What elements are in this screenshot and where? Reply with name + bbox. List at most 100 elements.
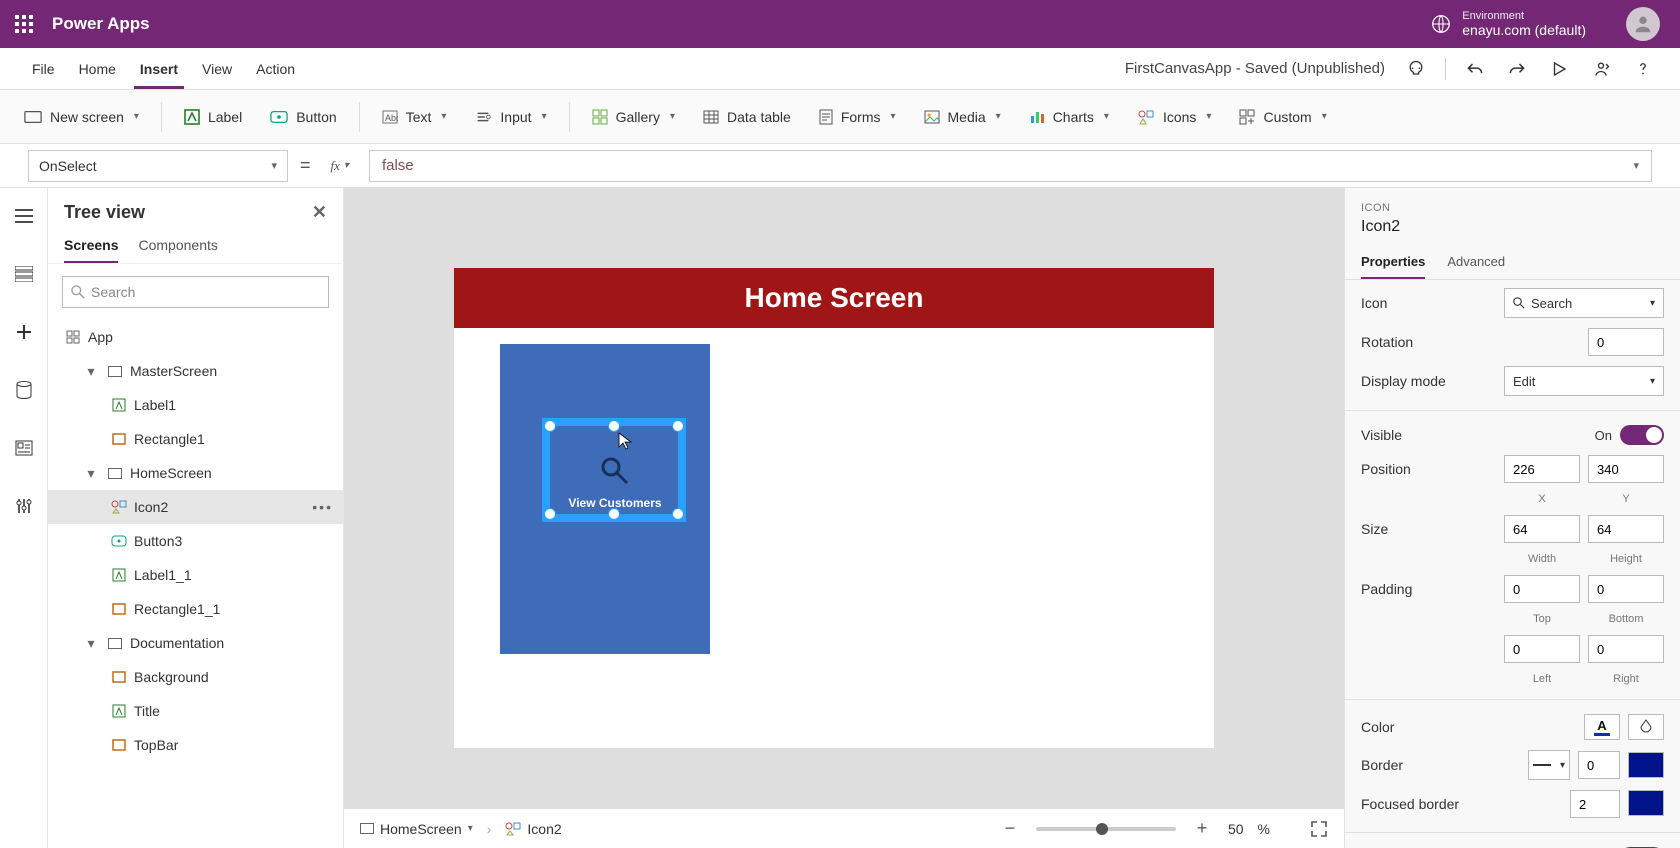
padding-top-input[interactable]: [1504, 575, 1580, 603]
chevron-down-icon[interactable]: ▾: [1633, 159, 1639, 172]
media-button[interactable]: Media▾: [914, 103, 1011, 131]
canvas-screen[interactable]: Home Screen View Customers: [454, 268, 1214, 748]
visible-toggle[interactable]: [1620, 425, 1664, 445]
zoom-in-button[interactable]: +: [1190, 818, 1214, 839]
new-screen-label: New screen: [50, 109, 124, 125]
data-icon[interactable]: [8, 374, 40, 406]
tree-item-label: Rectangle1_1: [134, 601, 220, 617]
tree-item-label: App: [88, 329, 113, 345]
tree-button3[interactable]: Button3: [48, 524, 343, 558]
hamburger-icon[interactable]: [8, 200, 40, 232]
position-y-input[interactable]: [1588, 455, 1664, 483]
tree-background[interactable]: Background: [48, 660, 343, 694]
app-launcher-icon[interactable]: [10, 10, 38, 38]
tree-title-item[interactable]: Title: [48, 694, 343, 728]
menu-view[interactable]: View: [190, 48, 244, 89]
charts-button[interactable]: Charts▾: [1019, 103, 1119, 131]
text-button[interactable]: Abc Text▾: [372, 103, 457, 131]
environment-picker[interactable]: Environment enayu.com (default): [1430, 10, 1586, 38]
padding-right-input[interactable]: [1588, 635, 1664, 663]
displaymode-select[interactable]: Edit ▾: [1504, 366, 1664, 396]
width-input[interactable]: [1504, 515, 1580, 543]
tree-app[interactable]: App: [48, 320, 343, 354]
help-icon[interactable]: [1626, 52, 1660, 86]
canvas-area[interactable]: Home Screen View Customers HomeScree: [344, 188, 1344, 848]
insert-icon[interactable]: [8, 316, 40, 348]
resize-handle[interactable]: [608, 420, 620, 432]
tree-icon2[interactable]: Icon2 •••: [48, 490, 343, 524]
text-color-swatch[interactable]: A: [1584, 714, 1620, 740]
tab-advanced[interactable]: Advanced: [1447, 246, 1505, 279]
menu-home[interactable]: Home: [67, 48, 128, 89]
menu-insert[interactable]: Insert: [128, 48, 190, 89]
tree-documentation[interactable]: ▾ Documentation: [48, 626, 343, 660]
breadcrumb-screen[interactable]: HomeScreen ▾: [360, 821, 473, 837]
tab-screens[interactable]: Screens: [64, 229, 118, 263]
border-style-select[interactable]: ▾: [1528, 750, 1570, 780]
more-icon[interactable]: •••: [312, 499, 333, 515]
rotation-input[interactable]: [1588, 328, 1664, 356]
play-icon[interactable]: [1542, 52, 1576, 86]
zoom-out-button[interactable]: −: [998, 818, 1022, 839]
tree-rectangle1[interactable]: Rectangle1: [48, 422, 343, 456]
height-input[interactable]: [1588, 515, 1664, 543]
icons-button[interactable]: Icons▾: [1127, 103, 1222, 131]
view-customers-tile[interactable]: View Customers: [500, 344, 710, 654]
input-button[interactable]: Input▾: [464, 103, 556, 131]
status-bar: HomeScreen ▾ › Icon2 − + 50 %: [344, 808, 1344, 848]
focusedborder-color-swatch[interactable]: [1628, 790, 1664, 816]
menu-action[interactable]: Action: [244, 48, 307, 89]
tree-label1[interactable]: Label1: [48, 388, 343, 422]
tree-item-label: Title: [134, 703, 160, 719]
tree-search-input[interactable]: Search: [62, 276, 329, 308]
menu-bar: File Home Insert View Action FirstCanvas…: [0, 48, 1680, 90]
border-color-swatch[interactable]: [1628, 752, 1664, 778]
fill-color-swatch[interactable]: [1628, 714, 1664, 740]
padding-left-input[interactable]: [1504, 635, 1580, 663]
media-panel-icon[interactable]: [8, 432, 40, 464]
border-width-input[interactable]: [1578, 751, 1620, 779]
search-placeholder: Search: [91, 284, 135, 300]
datatable-button[interactable]: Data table: [693, 103, 801, 131]
home-screen-header[interactable]: Home Screen: [454, 268, 1214, 328]
advanced-tools-icon[interactable]: [8, 490, 40, 522]
slider-thumb[interactable]: [1096, 823, 1108, 835]
zoom-slider[interactable]: [1036, 827, 1176, 831]
resize-handle[interactable]: [672, 420, 684, 432]
avatar[interactable]: [1626, 7, 1660, 41]
position-x-input[interactable]: [1504, 455, 1580, 483]
redo-icon[interactable]: [1500, 52, 1534, 86]
tree-rectangle1-1[interactable]: Rectangle1_1: [48, 592, 343, 626]
tree-label1-1[interactable]: Label1_1: [48, 558, 343, 592]
label-button[interactable]: Label: [174, 103, 252, 131]
button-button[interactable]: Button: [260, 103, 346, 131]
formula-input[interactable]: false ▾: [369, 150, 1652, 182]
close-icon[interactable]: ✕: [312, 202, 327, 223]
custom-button[interactable]: Custom▾: [1229, 103, 1336, 131]
share-icon[interactable]: [1584, 52, 1618, 86]
search-icon[interactable]: [600, 456, 630, 486]
prop-focusedborder-label: Focused border: [1361, 796, 1570, 812]
gallery-button[interactable]: Gallery▾: [582, 103, 685, 131]
formula-value: false: [382, 157, 414, 174]
focusedborder-input[interactable]: [1570, 790, 1620, 818]
tree-topbar[interactable]: TopBar: [48, 728, 343, 762]
tab-components[interactable]: Components: [138, 229, 217, 263]
forms-button[interactable]: Forms▾: [809, 103, 906, 131]
tree-homescreen[interactable]: ▾ HomeScreen: [48, 456, 343, 490]
tree-masterscreen[interactable]: ▾ MasterScreen: [48, 354, 343, 388]
breadcrumb-selection[interactable]: Icon2: [505, 821, 561, 837]
padding-bottom-input[interactable]: [1588, 575, 1664, 603]
fit-to-window-icon[interactable]: [1310, 820, 1328, 838]
app-checker-icon[interactable]: [1399, 52, 1433, 86]
tree-item-label: TopBar: [134, 737, 178, 753]
icon-select[interactable]: Search ▾: [1504, 288, 1664, 318]
new-screen-button[interactable]: New screen▾: [14, 103, 149, 131]
menu-file[interactable]: File: [20, 48, 67, 89]
undo-icon[interactable]: [1458, 52, 1492, 86]
property-selector[interactable]: OnSelect ▾: [28, 150, 288, 182]
tree-view-icon[interactable]: [8, 258, 40, 290]
tab-properties[interactable]: Properties: [1361, 246, 1425, 279]
fx-dropdown[interactable]: fx ▾: [323, 158, 357, 174]
resize-handle[interactable]: [544, 420, 556, 432]
